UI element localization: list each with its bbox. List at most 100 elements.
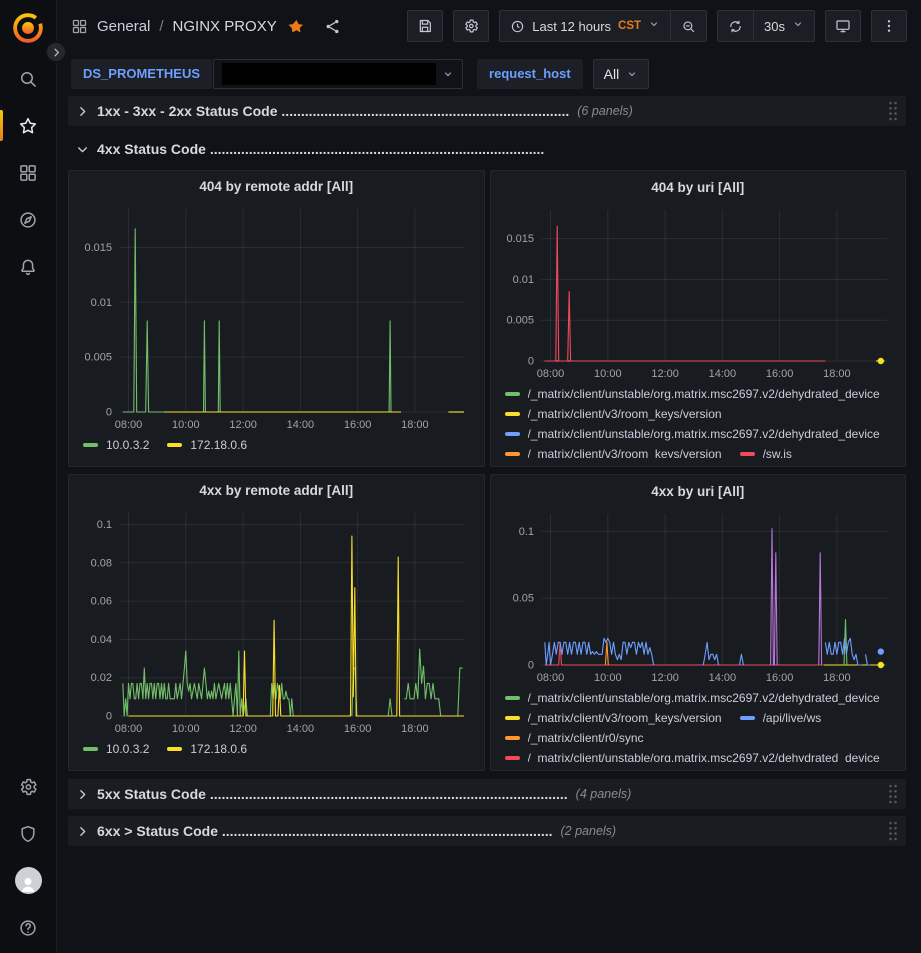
row-drag-handle[interactable] xyxy=(887,820,899,842)
svg-text:12:00: 12:00 xyxy=(229,419,257,431)
user-icon xyxy=(15,867,42,894)
time-series-chart[interactable]: 08:0010:0012:0014:0016:0018:0000.050.1 xyxy=(499,506,897,687)
legend-swatch-icon xyxy=(740,716,755,720)
time-series-chart[interactable]: 08:0010:0012:0014:0016:0018:0000.020.040… xyxy=(77,505,475,738)
sidebar-item-search[interactable] xyxy=(0,55,56,102)
clock-icon xyxy=(510,19,525,34)
dashboard-settings-button[interactable] xyxy=(453,10,489,42)
legend-swatch-icon xyxy=(505,432,520,436)
star-icon xyxy=(18,116,38,136)
time-range-label: Last 12 hours xyxy=(532,19,611,34)
sidebar-item-alerting[interactable] xyxy=(0,243,56,290)
svg-text:18:00: 18:00 xyxy=(823,672,851,684)
row-5xx-status-code[interactable]: 5xx Status Code ........................… xyxy=(68,779,906,809)
row-drag-handle[interactable] xyxy=(887,100,899,122)
sidebar-expand-button[interactable] xyxy=(45,41,67,63)
sidebar-item-profile[interactable] xyxy=(0,857,56,904)
legend-item[interactable]: /api/live/ws xyxy=(740,711,822,725)
breadcrumb-separator: / xyxy=(159,18,163,35)
cog-icon xyxy=(18,777,38,797)
legend-swatch-icon xyxy=(505,696,520,700)
header: General / NGINX PROXY Last 12 hours CST xyxy=(57,0,921,52)
sidebar-item-configuration[interactable] xyxy=(0,763,56,810)
grafana-app: General / NGINX PROXY Last 12 hours CST xyxy=(0,0,921,953)
sidebar-item-server-admin[interactable] xyxy=(0,810,56,857)
legend-label: 10.0.3.2 xyxy=(106,438,149,452)
panel-title[interactable]: 4xx by remote addr [All] xyxy=(77,477,476,505)
legend-item[interactable]: /_matrix/client/unstable/org.matrix.msc2… xyxy=(505,691,880,705)
more-options-button[interactable] xyxy=(871,10,907,42)
dashboard-title: NGINX PROXY xyxy=(173,18,277,35)
share-icon[interactable] xyxy=(324,18,341,35)
legend-item[interactable]: /_matrix/client/v3/room_keys/version xyxy=(505,711,722,725)
request-host-dropdown[interactable]: All xyxy=(593,59,650,89)
legend-item[interactable]: /sw.js xyxy=(740,447,792,458)
toolbar: Last 12 hours CST 30s xyxy=(407,10,907,42)
panel-4xx-by-remote-addr-all: 4xx by remote addr [All]08:0010:0012:001… xyxy=(68,474,485,771)
variable-ds-prometheus: DS_PROMETHEUS xyxy=(71,59,463,89)
svg-text:16:00: 16:00 xyxy=(765,368,793,380)
panel-title[interactable]: 404 by remote addr [All] xyxy=(77,173,476,201)
svg-text:18:00: 18:00 xyxy=(401,419,429,431)
svg-text:10:00: 10:00 xyxy=(172,723,200,735)
cog-icon xyxy=(463,18,479,34)
sidebar-item-dashboards[interactable] xyxy=(0,149,56,196)
sidebar-item-help[interactable] xyxy=(0,904,56,951)
row-4xx-status-code[interactable]: 4xx Status Code ........................… xyxy=(68,134,906,164)
refresh-button[interactable] xyxy=(718,11,753,41)
legend-swatch-icon xyxy=(505,716,520,720)
variables-bar: DS_PROMETHEUS request_host All xyxy=(57,52,921,95)
breadcrumb-folder[interactable]: General xyxy=(97,18,150,35)
svg-text:10:00: 10:00 xyxy=(594,672,622,684)
time-series-chart[interactable]: 08:0010:0012:0014:0016:0018:0000.0050.01… xyxy=(499,202,897,383)
legend-item[interactable]: /_matrix/client/unstable/org.matrix.msc2… xyxy=(505,427,880,441)
sidebar-item-starred[interactable] xyxy=(0,102,56,149)
svg-text:08:00: 08:00 xyxy=(536,368,564,380)
panel-legend: 10.0.3.2 172.18.0.6 xyxy=(77,738,476,762)
legend-swatch-icon xyxy=(167,443,182,447)
timezone-label: CST xyxy=(618,20,641,32)
panel-title[interactable]: 4xx by uri [All] xyxy=(499,477,898,506)
sidebar-item-explore[interactable] xyxy=(0,196,56,243)
row-6xx-status-code[interactable]: 6xx > Status Code ......................… xyxy=(68,816,906,846)
ds-prometheus-dropdown[interactable] xyxy=(213,59,463,89)
svg-text:0: 0 xyxy=(527,660,533,672)
angle-down-icon xyxy=(792,17,804,35)
legend-label: /_matrix/client/unstable/org.matrix.msc2… xyxy=(528,691,880,705)
legend-item[interactable]: 172.18.0.6 xyxy=(167,438,247,452)
save-dashboard-button[interactable] xyxy=(407,10,443,42)
legend-item[interactable]: /_matrix/client/r0/sync xyxy=(505,731,644,745)
search-icon xyxy=(18,69,38,89)
legend-item[interactable]: /_matrix/client/unstable/org.matrix.msc2… xyxy=(505,751,880,762)
row-1xx-3xx-2xx-status-code[interactable]: 1xx - 3xx - 2xx Status Code ............… xyxy=(68,96,906,126)
shield-icon xyxy=(18,824,38,844)
legend-item[interactable]: /_matrix/client/v3/room_keys/version xyxy=(505,447,722,458)
svg-text:0.01: 0.01 xyxy=(512,274,533,286)
angle-right-icon xyxy=(51,47,62,58)
main-area: General / NGINX PROXY Last 12 hours CST xyxy=(57,0,921,953)
svg-text:08:00: 08:00 xyxy=(536,672,564,684)
refresh-interval-dropdown[interactable]: 30s xyxy=(753,11,814,41)
cycle-view-button[interactable] xyxy=(825,10,861,42)
legend-item[interactable]: /_matrix/client/unstable/org.matrix.msc2… xyxy=(505,387,880,401)
legend-item[interactable]: 10.0.3.2 xyxy=(83,742,149,756)
zoom-out-button[interactable] xyxy=(670,11,706,41)
legend-label: /_matrix/client/v3/room_keys/version xyxy=(528,407,722,421)
legend-item[interactable]: 10.0.3.2 xyxy=(83,438,149,452)
save-icon xyxy=(417,18,433,34)
panel-404-by-uri-all: 404 by uri [All]08:0010:0012:0014:0016:0… xyxy=(490,170,907,467)
angle-right-icon xyxy=(76,788,89,801)
panel-4xx-by-uri-all: 4xx by uri [All]08:0010:0012:0014:0016:0… xyxy=(490,474,907,771)
favorite-star-icon[interactable] xyxy=(288,18,305,35)
legend-label: /_matrix/client/v3/room_keys/version xyxy=(528,711,722,725)
time-series-chart[interactable]: 08:0010:0012:0014:0016:0018:0000.0050.01… xyxy=(77,201,475,434)
legend-item[interactable]: 172.18.0.6 xyxy=(167,742,247,756)
time-picker-button[interactable]: Last 12 hours CST xyxy=(500,11,670,41)
row-panel-count: (2 panels) xyxy=(561,824,617,838)
panel-legend: 10.0.3.2 172.18.0.6 xyxy=(77,434,476,458)
row-drag-handle[interactable] xyxy=(887,783,899,805)
svg-text:12:00: 12:00 xyxy=(651,368,679,380)
panel-title[interactable]: 404 by uri [All] xyxy=(499,173,898,202)
dashboard-content: 1xx - 3xx - 2xx Status Code ............… xyxy=(57,95,921,953)
legend-item[interactable]: /_matrix/client/v3/room_keys/version xyxy=(505,407,722,421)
